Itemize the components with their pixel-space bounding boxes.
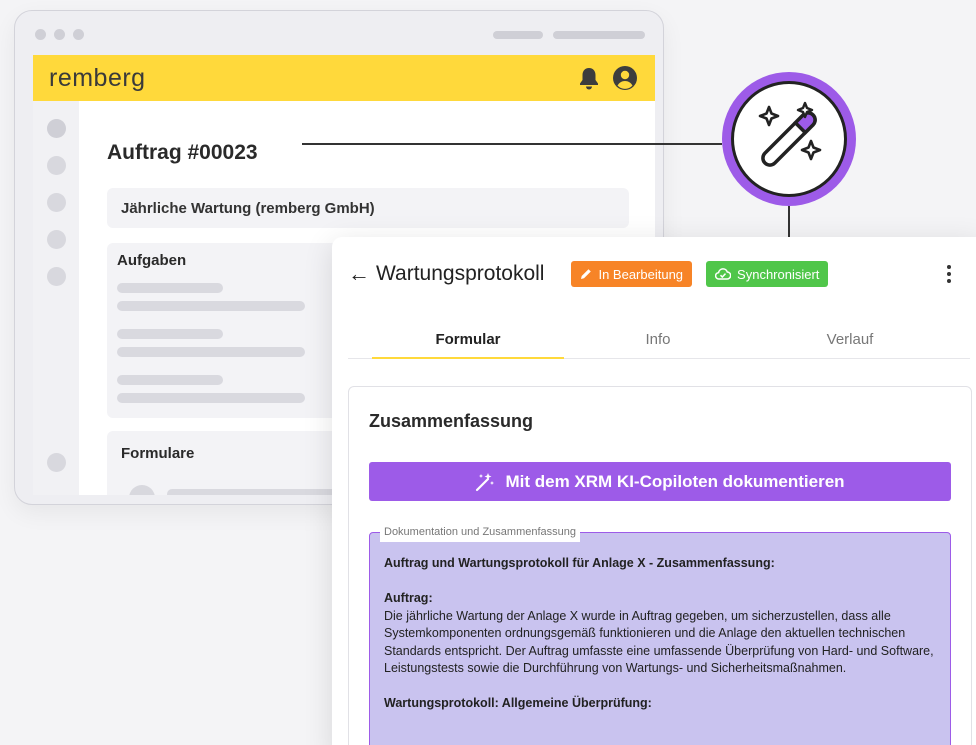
remberg-logo: remberg <box>49 63 146 92</box>
skeleton-line <box>117 347 305 357</box>
toolbar-bar <box>553 31 645 39</box>
job-card-label: Jährliche Wartung (remberg GmbH) <box>121 199 375 217</box>
sidebar-nav-item[interactable] <box>47 119 66 138</box>
magic-wand-icon <box>476 472 495 491</box>
app-sidebar <box>33 101 79 495</box>
forms-title: Formulare <box>121 445 195 462</box>
connector-line-vertical <box>788 206 790 240</box>
active-tab-indicator <box>372 357 564 359</box>
bell-icon[interactable] <box>575 64 603 92</box>
magic-wand-sparkles-icon <box>731 81 847 197</box>
sidebar-nav-item[interactable] <box>47 267 66 286</box>
ai-copilot-badge <box>722 72 856 206</box>
doc-heading: Auftrag und Wartungsprotokoll für Anlage… <box>384 556 775 570</box>
sidebar-nav-item[interactable] <box>47 453 66 472</box>
form-avatar <box>129 485 155 495</box>
doc-subheading-order: Auftrag: <box>384 591 433 605</box>
status-badge-in-progress[interactable]: In Bearbeitung <box>571 261 693 287</box>
sync-badge-label: Synchronisiert <box>737 266 820 282</box>
window-toolbar-placeholder <box>493 31 645 39</box>
doc-paragraph: Die jährliche Wartung der Anlage X wurde… <box>384 608 934 676</box>
summary-section: Zusammenfassung Mit dem XRM KI-Copiloten… <box>348 386 972 745</box>
panel-tabs: Formular Info Verlauf <box>348 323 970 359</box>
tab-formular[interactable]: Formular <box>372 331 564 348</box>
account-icon[interactable] <box>611 64 639 92</box>
cloud-check-icon <box>715 268 732 280</box>
tasks-title: Aufgaben <box>117 252 187 269</box>
ai-copilot-document-button[interactable]: Mit dem XRM KI-Copiloten dokumentieren <box>369 462 951 501</box>
doc-subheading-protocol: Wartungsprotokoll: Allgemeine Überprüfun… <box>384 696 652 710</box>
doc-field-legend: Dokumentation und Zusammenfassung <box>380 524 580 542</box>
order-title: Auftrag #00023 <box>107 141 258 164</box>
sidebar-nav-item[interactable] <box>47 230 66 249</box>
skeleton-line <box>117 283 223 293</box>
sidebar-nav-item[interactable] <box>47 193 66 212</box>
maintenance-protocol-panel: ← Wartungsprotokoll In Bearbeitung Synch… <box>332 237 976 745</box>
section-title: Zusammenfassung <box>369 411 534 431</box>
skeleton-line <box>117 329 223 339</box>
panel-title: Wartungsprotokoll <box>376 262 545 285</box>
app-header: remberg <box>33 55 655 101</box>
skeleton-line <box>117 375 223 385</box>
window-controls <box>35 29 84 40</box>
ai-button-label: Mit dem XRM KI-Copiloten dokumentieren <box>505 471 845 491</box>
window-dot <box>35 29 46 40</box>
job-card[interactable]: Jährliche Wartung (remberg GmbH) <box>107 188 629 228</box>
tab-info[interactable]: Info <box>562 331 754 348</box>
skeleton-line <box>167 489 357 495</box>
documentation-textarea[interactable]: Dokumentation und Zusammenfassung Auftra… <box>369 524 951 745</box>
pencil-icon <box>581 269 592 279</box>
back-arrow-icon[interactable]: ← <box>348 261 374 287</box>
more-options-icon[interactable] <box>942 261 956 287</box>
panel-header: ← Wartungsprotokoll In Bearbeitung Synch… <box>348 259 966 289</box>
window-dot <box>73 29 84 40</box>
window-dot <box>54 29 65 40</box>
toolbar-bar <box>493 31 543 39</box>
status-badge-synced[interactable]: Synchronisiert <box>706 261 829 287</box>
skeleton-line <box>117 301 305 311</box>
skeleton-line <box>117 393 305 403</box>
tab-verlauf[interactable]: Verlauf <box>754 331 946 348</box>
connector-line <box>302 143 722 145</box>
sidebar-nav-item[interactable] <box>47 156 66 175</box>
status-badge-label: In Bearbeitung <box>598 266 684 282</box>
